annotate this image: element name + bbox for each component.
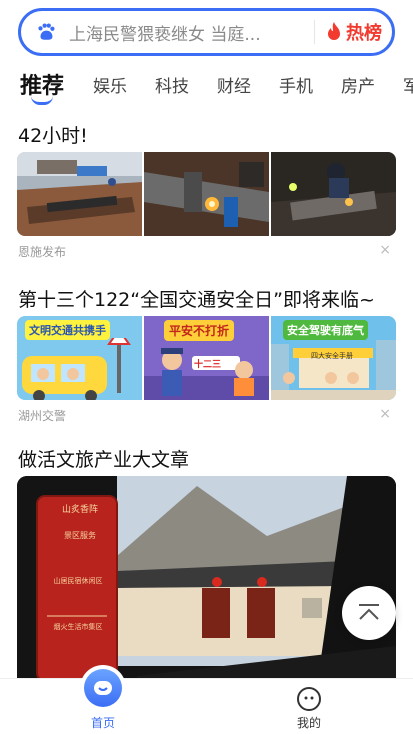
dismiss-button[interactable]: × [379, 242, 391, 258]
banner-subcaption: 十二三 [194, 360, 222, 370]
tab-finance[interactable]: 财经 [217, 72, 251, 97]
article-title[interactable]: 42小时! [18, 121, 88, 148]
tab-phone[interactable]: 手机 [279, 72, 313, 97]
news-feed-page: 上海民警猥亵继女 当庭... 热榜 推荐 娱乐 科技 财经 手机 房产 军 42… [0, 0, 413, 734]
banner-caption: 文明交通共携手 [25, 320, 110, 340]
back-to-top-button[interactable] [342, 586, 396, 640]
article-source: 恩施发布 [18, 245, 67, 259]
article-thumbnail[interactable] [271, 152, 396, 236]
arrow-up-icon [359, 604, 379, 620]
article-thumbnail[interactable]: 平安不打折 十二三 [144, 316, 269, 400]
nav-mine-label[interactable]: 我的 [279, 714, 339, 731]
article-title[interactable]: 做活文旅产业大文章 [18, 445, 189, 472]
article-thumbnail[interactable]: 文明交通共携手 [17, 316, 142, 400]
tab-tech[interactable]: 科技 [155, 72, 189, 97]
flame-icon [328, 22, 340, 40]
article-cover-image[interactable]: 山炙香阵 景区服务 山居民宿休闲区 烟火生活市集区 [17, 476, 396, 686]
article-image-row[interactable]: 文明交通共携手 平安不打折 十二三 安全驾驶有底气 四大安全手册 [17, 316, 396, 400]
bottom-navigation: 首页 我的 [0, 667, 413, 734]
nav-home-label[interactable]: 首页 [73, 714, 133, 731]
hot-list-button[interactable]: 热榜 [325, 19, 382, 45]
article-thumbnail[interactable] [144, 152, 269, 236]
tab-property[interactable]: 房产 [341, 72, 375, 97]
sign-text: 山居民宿休闲区 [53, 577, 103, 585]
article-image-row[interactable] [17, 152, 396, 236]
tab-entertainment[interactable]: 娱乐 [93, 72, 127, 97]
sign-text: 景区服务 [64, 531, 96, 540]
article-thumbnail[interactable] [17, 152, 142, 236]
article-source: 湖州交警 [18, 409, 67, 423]
banner-subcaption: 四大安全手册 [311, 352, 353, 360]
home-button[interactable] [82, 667, 124, 709]
article-thumbnail[interactable]: 安全驾驶有底气 四大安全手册 [271, 316, 396, 400]
sign-title: 山炙香阵 [61, 505, 98, 515]
search-bar[interactable]: 上海民警猥亵继女 当庭... 热榜 [18, 8, 395, 56]
profile-icon[interactable] [297, 687, 321, 711]
article-title[interactable]: 第十三个122“全国交通安全日”即将来临~ [18, 285, 375, 312]
banner-caption: 安全驾驶有底气 [283, 320, 368, 340]
search-input[interactable]: 上海民警猥亵继女 当庭... [69, 20, 308, 45]
hot-list-label: 热榜 [346, 23, 382, 44]
baidu-paw-icon [38, 23, 55, 40]
category-tabs: 推荐 娱乐 科技 财经 手机 房产 军 [0, 64, 413, 108]
home-icon [84, 669, 122, 707]
dismiss-button[interactable]: × [379, 406, 391, 422]
sign-text: 烟火生活市集区 [53, 623, 103, 631]
search-divider [314, 20, 315, 44]
tab-military[interactable]: 军 [403, 72, 413, 97]
